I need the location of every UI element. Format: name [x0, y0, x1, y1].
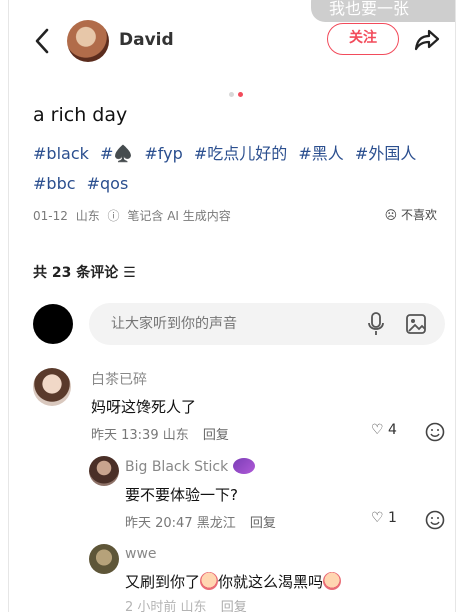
- my-avatar[interactable]: [33, 304, 73, 344]
- comment-location: 黑龙江: [196, 516, 236, 531]
- post-date: 01-12: [33, 209, 68, 223]
- comment-count: 共 23 条评论: [33, 265, 119, 281]
- author-name[interactable]: David: [119, 30, 174, 50]
- reply-item: Big Black Stick 要不要体验一下? 昨天 20:47 黑龙江 回复…: [9, 452, 455, 534]
- commenter-avatar[interactable]: [33, 368, 71, 406]
- comment-text[interactable]: 妈呀这馋死人了: [91, 396, 196, 417]
- comment-time: 2 小时前: [125, 600, 177, 612]
- app-screen: 我也要一张 David 关注 a rich day #black #♠️ #fy…: [8, 0, 456, 612]
- tag-link[interactable]: #外国人: [355, 144, 416, 163]
- post-header: David 关注: [9, 18, 455, 64]
- comment-text-part: 又刷到你了: [125, 573, 201, 591]
- share-icon: [414, 29, 440, 51]
- comment-time: 昨天 20:47: [125, 516, 193, 531]
- tag-link[interactable]: #黑人: [298, 144, 343, 163]
- commenter-avatar[interactable]: [89, 544, 119, 574]
- image-icon[interactable]: [405, 313, 427, 335]
- follow-button[interactable]: 关注: [327, 23, 399, 55]
- sort-icon: ☰: [123, 265, 136, 281]
- comment-meta: 2 小时前 山东 回复: [125, 596, 247, 612]
- tag-link[interactable]: #bbc: [33, 174, 76, 193]
- tag-link[interactable]: #black: [33, 144, 89, 163]
- share-button[interactable]: [413, 26, 441, 54]
- tag-link[interactable]: #♠️: [100, 144, 133, 163]
- reply-button[interactable]: 回复: [203, 428, 229, 443]
- pager-dot-active: [238, 92, 243, 97]
- dislike-label: 不喜欢: [400, 208, 437, 222]
- commenter-avatar[interactable]: [89, 456, 119, 486]
- image-pager-dots: [229, 82, 247, 101]
- like-button[interactable]: ♡ 1: [371, 510, 397, 526]
- comment-location: 山东: [180, 600, 207, 612]
- tag-link[interactable]: #fyp: [144, 144, 182, 163]
- comment-input-box[interactable]: [89, 303, 445, 345]
- back-button[interactable]: [31, 26, 55, 56]
- comment-input-row: [33, 303, 447, 345]
- comment-item: 白茶已碎 妈呀这馋死人了 昨天 13:39 山东 回复 ♡ 4: [9, 364, 455, 448]
- back-icon: [35, 28, 49, 54]
- tag-link[interactable]: #qos: [87, 174, 129, 193]
- heart-icon: ♡: [371, 510, 384, 526]
- sad-face-icon: ☹: [384, 208, 398, 222]
- post-meta: 01-12 山东 ⓘ 笔记含 AI 生成内容: [33, 207, 235, 224]
- commenter-name[interactable]: wwe: [125, 546, 157, 562]
- commenter-name-text: Big Black Stick: [125, 459, 229, 475]
- comment-text[interactable]: 要不要体验一下?: [125, 484, 238, 505]
- smile-icon[interactable]: [425, 510, 445, 530]
- heart-icon: ♡: [371, 422, 384, 438]
- reply-button[interactable]: 回复: [221, 600, 247, 612]
- emoji-icon: [200, 572, 219, 590]
- smile-icon[interactable]: [425, 422, 445, 442]
- info-icon: ⓘ: [107, 209, 120, 223]
- post-title: a rich day: [33, 104, 128, 126]
- author-avatar[interactable]: [67, 20, 109, 62]
- commenter-name[interactable]: 白茶已碎: [91, 369, 147, 389]
- like-button[interactable]: ♡ 4: [371, 422, 397, 438]
- comment-meta: 昨天 20:47 黑龙江 回复: [125, 512, 276, 531]
- comment-text[interactable]: 又刷到你了 你就这么渴黑吗: [125, 571, 342, 592]
- dislike-button[interactable]: ☹ 不喜欢: [385, 206, 437, 223]
- pager-dot: [229, 92, 234, 97]
- post-location: 山东: [75, 209, 100, 223]
- comment-text-part: 你就这么渴黑吗: [218, 573, 324, 591]
- reply-button[interactable]: 回复: [250, 516, 276, 531]
- tag-link[interactable]: #吃点儿好的: [194, 144, 287, 163]
- emoji-icon: [323, 572, 342, 590]
- comment-time: 昨天 13:39: [91, 428, 159, 443]
- eggplant-emoji-icon: [232, 458, 255, 474]
- reply-item: wwe 又刷到你了 你就这么渴黑吗 2 小时前 山东 回复: [9, 540, 455, 612]
- like-count: 4: [388, 422, 397, 438]
- mic-icon[interactable]: [367, 312, 385, 336]
- comment-count-header[interactable]: 共 23 条评论 ☰: [33, 262, 136, 282]
- comment-location: 山东: [162, 428, 189, 443]
- like-count: 1: [388, 510, 397, 526]
- comment-input[interactable]: [111, 303, 361, 345]
- commenter-name[interactable]: Big Black Stick: [125, 458, 255, 475]
- ai-note: 笔记含 AI 生成内容: [127, 209, 231, 223]
- comment-meta: 昨天 13:39 山东 回复: [91, 424, 229, 443]
- tag-list: #black #♠️ #fyp #吃点儿好的 #黑人 #外国人 #bbc #qo…: [33, 139, 433, 199]
